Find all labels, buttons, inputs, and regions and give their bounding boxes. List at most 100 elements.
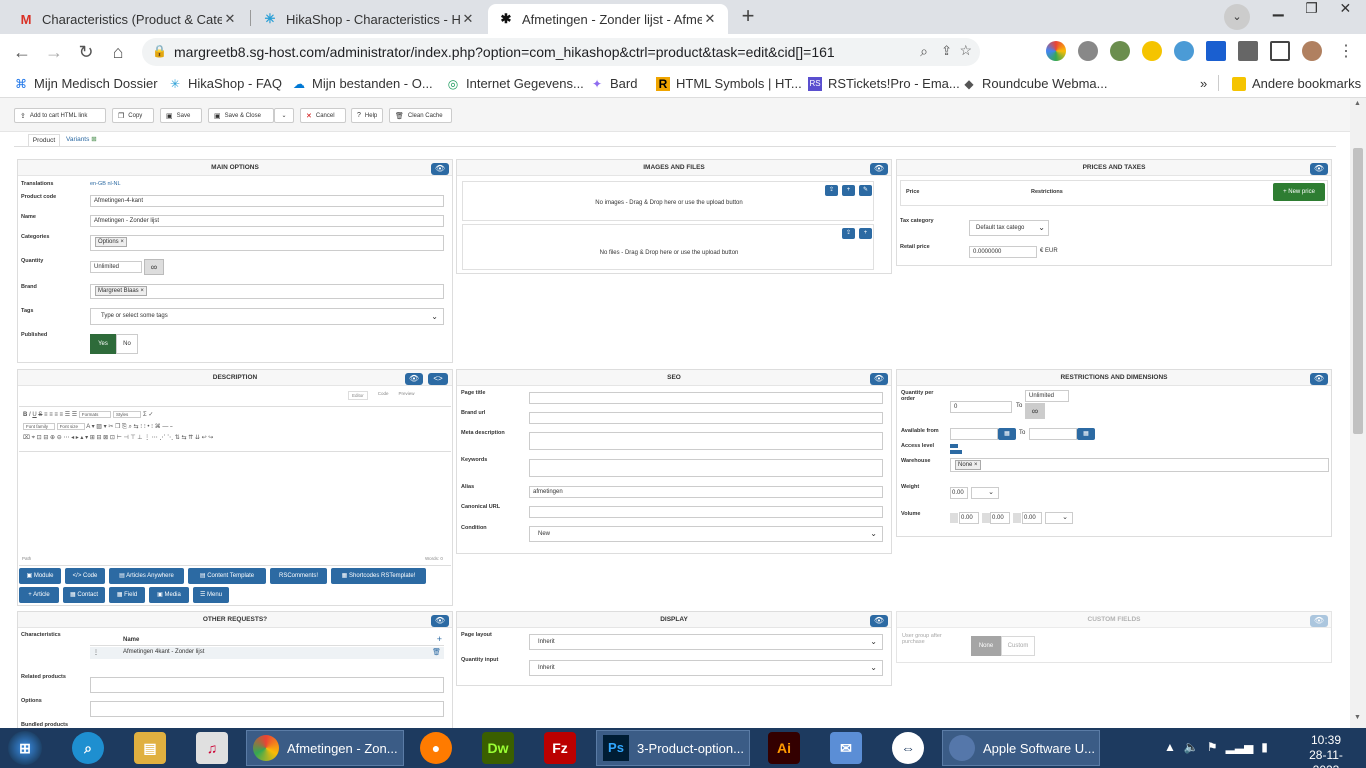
bookmark-item[interactable]: ◆ Roundcube Webma...	[962, 76, 1107, 91]
forward-icon[interactable]: →	[42, 40, 66, 64]
eye-icon[interactable]: 👁	[870, 373, 888, 385]
side-panel-icon[interactable]	[1270, 41, 1290, 61]
bookmarks-more-icon[interactable]: »	[1200, 76, 1207, 91]
none-button[interactable]: None	[971, 636, 1001, 656]
share-icon[interactable]: ⇪	[941, 43, 952, 59]
name-input[interactable]: Afmetingen - Zonder lijst	[90, 215, 444, 227]
translation-links[interactable]: en-GB nl-NL	[90, 181, 121, 187]
browser-tab-hikashop[interactable]: ✳ HikaShop - Characteristics - Hika ✕	[252, 4, 486, 34]
bookmark-item[interactable]: RS RSTickets!Pro - Ema...	[808, 76, 960, 91]
tab-preview[interactable]: Preview	[399, 391, 415, 400]
extension-icon[interactable]	[1046, 41, 1066, 61]
rscomments-button[interactable]: RSComments!	[270, 568, 327, 584]
available-from-input[interactable]	[950, 428, 998, 440]
minimize-icon[interactable]: ▁	[1273, 0, 1284, 20]
tab-editor[interactable]: Editor	[348, 391, 368, 400]
module-button[interactable]: ▣ Module	[19, 568, 61, 584]
firefox-icon[interactable]: ●	[420, 732, 452, 764]
edit-icon[interactable]: ✎	[859, 185, 872, 196]
add-to-cart-link-button[interactable]: ⇪ Add to cart HTML link	[14, 108, 106, 123]
add-icon[interactable]: +	[859, 228, 872, 239]
taskbar-apple-update[interactable]: Apple Software U...	[942, 730, 1100, 766]
images-dropzone[interactable]: No images - Drag & Drop here or use the …	[462, 181, 874, 221]
help-button[interactable]: ? Help	[351, 108, 383, 123]
editor-toolbar[interactable]: B I U S ≡ ≡ ≡ ≡ ☰ ☰ Formats Styles Ʃ ✓ F…	[19, 406, 451, 452]
bookmark-item[interactable]: ✦ Bard	[590, 76, 638, 91]
trash-icon[interactable]: 🗑	[432, 648, 441, 656]
keywords-textarea[interactable]	[529, 459, 883, 477]
close-tab-icon[interactable]: ✕	[702, 11, 718, 27]
add-icon[interactable]: +	[437, 634, 442, 644]
infinity-icon[interactable]: ∞	[144, 259, 164, 275]
teamviewer-icon[interactable]: ⇔	[892, 732, 924, 764]
tab-product[interactable]: Product	[28, 134, 60, 146]
eye-icon[interactable]: 👁	[870, 163, 888, 175]
start-button-icon[interactable]: ⊞	[8, 731, 42, 765]
access-checkbox[interactable]	[950, 444, 958, 448]
home-icon[interactable]: ⌂	[106, 40, 130, 64]
quantity-input[interactable]: Unlimited	[90, 261, 142, 273]
close-tab-icon[interactable]: ✕	[222, 11, 238, 27]
access-checkbox[interactable]	[950, 450, 962, 454]
url-field[interactable]: 🔒 margreetb8.sg-host.com/administrator/i…	[142, 38, 980, 66]
save-dropdown-icon[interactable]: ⌄	[274, 108, 294, 123]
condition-select[interactable]: New ⌄	[529, 526, 883, 542]
upload-icon[interactable]: ⇪	[825, 185, 838, 196]
eye-icon[interactable]: 👁	[431, 615, 449, 627]
bookmark-item[interactable]: ⌘ Mijn Medisch Dossier	[14, 76, 158, 91]
field-button[interactable]: ▦ Field	[109, 587, 145, 603]
eye-icon[interactable]: 👁	[870, 615, 888, 627]
outlook-icon[interactable]: ✉	[830, 732, 862, 764]
qpo-from-input[interactable]: 0	[950, 401, 1012, 413]
bookmark-item[interactable]: ✳ HikaShop - FAQ	[168, 76, 282, 91]
back-icon[interactable]: ←	[10, 40, 34, 64]
volume-length-input[interactable]: 0.00	[959, 512, 979, 524]
clock[interactable]: 10:39 28-11-2023	[1296, 733, 1356, 768]
calendar-icon[interactable]: ▦	[1077, 428, 1095, 440]
scroll-down-icon[interactable]: ▼	[1354, 714, 1361, 721]
extensions-puzzle-icon[interactable]	[1238, 41, 1258, 61]
new-price-button[interactable]: + New price	[1273, 183, 1325, 201]
maximize-icon[interactable]: ❐	[1305, 0, 1318, 20]
reload-icon[interactable]: ↻	[74, 40, 98, 64]
scroll-thumb[interactable]	[1353, 148, 1363, 434]
volume-unit-select[interactable]: ⌄	[1045, 512, 1073, 524]
extension-tree-icon[interactable]	[1174, 41, 1194, 61]
add-icon[interactable]: +	[842, 185, 855, 196]
tab-variants[interactable]: Variants ⊞	[66, 134, 106, 146]
save-close-button[interactable]: ▣ Save & Close	[208, 108, 274, 123]
clean-cache-button[interactable]: 🗑 Clean Cache	[389, 108, 452, 123]
tax-category-select[interactable]: Default tax catego ⌄	[969, 220, 1049, 236]
tab-search-icon[interactable]: ⌄	[1224, 4, 1250, 30]
illustrator-icon[interactable]: Ai	[768, 732, 800, 764]
code-toggle-icon[interactable]: <>	[428, 373, 448, 385]
tab-code[interactable]: Code	[378, 391, 389, 400]
code-button[interactable]: </> Code	[65, 568, 105, 584]
search-icon[interactable]: ⌕	[72, 732, 104, 764]
calendar-icon[interactable]: ▦	[998, 428, 1016, 440]
zoom-icon[interactable]: ⌕	[920, 43, 928, 60]
bookmark-item[interactable]: ◎ Internet Gegevens...	[446, 76, 584, 91]
weight-input[interactable]: 0.00	[950, 487, 968, 499]
eye-icon[interactable]: 👁	[1310, 163, 1328, 175]
bookmark-item[interactable]: ☁ Mijn bestanden - O...	[292, 76, 433, 91]
scroll-up-icon[interactable]: ▲	[1354, 100, 1361, 107]
system-tray[interactable]: ▲ 🔈 ⚑ ▂▃▅ ▮	[1164, 740, 1268, 754]
weight-unit-select[interactable]: ⌄	[971, 487, 999, 499]
files-dropzone[interactable]: No files - Drag & Drop here or use the u…	[462, 224, 874, 270]
browser-tab-characteristics[interactable]: M Characteristics (Product & Categ ✕	[8, 4, 248, 34]
warehouse-input[interactable]: None ×	[950, 458, 1329, 472]
extension-box-icon[interactable]	[1206, 41, 1226, 61]
custom-button[interactable]: Custom	[1001, 636, 1035, 656]
quantity-input-select[interactable]: Inherit ⌄	[529, 660, 883, 676]
filezilla-icon[interactable]: Fz	[544, 732, 576, 764]
eye-icon[interactable]: 👁	[431, 163, 449, 175]
page-title-input[interactable]	[529, 392, 883, 404]
eye-icon[interactable]: 👁	[1310, 615, 1328, 627]
extension-gear-icon[interactable]	[1078, 41, 1098, 61]
published-no-button[interactable]: No	[116, 334, 138, 354]
brand-input[interactable]: Margreet Blaas ×	[90, 284, 444, 299]
brand-url-input[interactable]	[529, 412, 883, 424]
articles-anywhere-button[interactable]: ▤ Articles Anywhere	[109, 568, 184, 584]
eye-icon[interactable]: 👁	[405, 373, 423, 385]
